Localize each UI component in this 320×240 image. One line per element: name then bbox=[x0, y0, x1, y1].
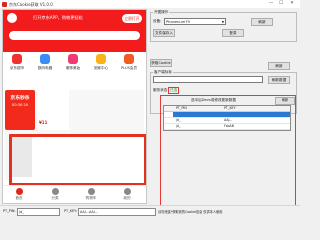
channel-icons: 京东超市 数码电器 服饰美妆 到家中心 PLUS会员 bbox=[3, 52, 146, 84]
channel-plus[interactable]: PLUS会员 bbox=[119, 52, 139, 76]
row-selector bbox=[164, 112, 173, 117]
pt-pin-field[interactable]: jd_ bbox=[17, 207, 60, 216]
pt-key-field[interactable]: AAJ...AAJ... bbox=[78, 207, 156, 216]
user-agent-input[interactable] bbox=[153, 76, 263, 83]
nav-label: 首页 bbox=[15, 196, 23, 200]
refresh-device-button[interactable]: 刷新 bbox=[251, 18, 273, 26]
banner-text: 打开京东APP，购物更轻松 bbox=[33, 15, 83, 20]
table-row[interactable]: jd_ FsbAB bbox=[164, 124, 290, 130]
key-cell: AAJ... bbox=[224, 118, 233, 122]
channel-label: PLUS会员 bbox=[120, 66, 138, 70]
login-button[interactable]: 登录 bbox=[222, 29, 244, 37]
key-cell: FsbAB bbox=[224, 124, 234, 128]
channel-label: 京东超市 bbox=[9, 66, 25, 70]
table-refresh-button[interactable]: 刷新 bbox=[275, 97, 295, 105]
supermarket-icon bbox=[12, 54, 22, 64]
product-price: ¥11 bbox=[39, 120, 48, 125]
search-input[interactable] bbox=[9, 31, 140, 40]
refresh-data-button[interactable]: 刷新数据 bbox=[268, 76, 290, 84]
save-file-button[interactable]: 文件保存入 bbox=[153, 29, 175, 37]
bottom-navigation: 首页 分类 购物车 我的 bbox=[3, 185, 146, 203]
cookie-table-panel: 选中后Devs或修改更新数据 刷新 PT_PIN PT_KEY jd_ AAJ.… bbox=[160, 95, 296, 207]
product-card[interactable]: ¥11 bbox=[37, 90, 69, 130]
pin-cell: jd_ bbox=[176, 124, 181, 128]
channel-label: 服饰美妆 bbox=[65, 66, 81, 70]
flash-sale-title: 京东秒杀 bbox=[10, 96, 30, 101]
channel-supermarket[interactable]: 京东超市 bbox=[7, 52, 27, 76]
electronics-icon bbox=[40, 54, 50, 64]
pt-pin-label: PT_PIN: bbox=[3, 208, 16, 213]
window-title: 京东Cookie获取 V1.0.0 bbox=[9, 1, 53, 7]
device-group-title: 开图操作 bbox=[153, 10, 170, 15]
home-icon bbox=[96, 54, 106, 64]
maximize-button[interactable]: ☐ bbox=[276, 0, 286, 8]
pt-key-label: PT_KEY: bbox=[64, 208, 77, 213]
close-button[interactable]: ✕ bbox=[287, 0, 297, 8]
column-header-pin: PT_PIN bbox=[176, 106, 187, 110]
nav-category[interactable]: 分类 bbox=[45, 188, 65, 201]
get-cookie-button[interactable]: 获取Cookie bbox=[150, 59, 172, 67]
device-select[interactable]: Phonenum79 ▼ bbox=[164, 18, 226, 25]
search-header bbox=[3, 26, 146, 52]
status-bar: PT_PIN: jd_ PT_KEY: AAJ...AAJ... 请勿泄露*获取… bbox=[0, 205, 300, 216]
cart-icon bbox=[87, 188, 95, 195]
chevron-down-icon: ▼ bbox=[221, 20, 224, 24]
device-value: Phonenum79 bbox=[166, 20, 190, 24]
device-group bbox=[150, 12, 297, 42]
app-icon bbox=[2, 1, 7, 7]
cookie-group-title: 客户端标标 bbox=[153, 70, 173, 75]
category-icon bbox=[51, 188, 59, 195]
nav-label: 我的 bbox=[123, 196, 131, 200]
home-nav-icon bbox=[15, 188, 23, 195]
refresh-cookie-button[interactable]: 刷新 bbox=[268, 62, 290, 70]
nav-label: 分类 bbox=[51, 196, 59, 200]
channel-electronics[interactable]: 数码电器 bbox=[35, 52, 55, 76]
nav-profile[interactable]: 我的 bbox=[117, 188, 137, 201]
flash-sale-timer: 00:30:20 bbox=[11, 103, 29, 107]
app-download-banner: 打开京东APP，购物更轻松 立即打开 bbox=[3, 10, 146, 26]
mobile-webview[interactable]: 打开京东APP，购物更轻松 立即打开 京东超市 数码电器 服饰美妆 到家中心 P… bbox=[2, 9, 147, 204]
table-caption: 选中后Devs或修改更新数据 bbox=[191, 98, 236, 102]
pin-cell: jd_ bbox=[176, 118, 181, 122]
jd-logo-icon bbox=[7, 13, 17, 23]
ad-image bbox=[12, 137, 32, 177]
service-status-label: 服务状态: bbox=[153, 88, 169, 92]
ad-banner[interactable] bbox=[9, 134, 146, 186]
channel-home[interactable]: 到家中心 bbox=[91, 52, 111, 76]
open-app-button[interactable]: 立即打开 bbox=[122, 13, 142, 23]
nav-cart[interactable]: 购物车 bbox=[81, 188, 101, 201]
nav-label: 购物车 bbox=[85, 196, 97, 200]
plus-member-icon bbox=[124, 54, 134, 64]
minimize-button[interactable]: — bbox=[266, 0, 276, 8]
profile-icon bbox=[123, 188, 131, 195]
cookie-grid[interactable]: PT_PIN PT_KEY jd_ AAJ... jd_ FsbAB bbox=[163, 105, 291, 131]
channel-fashion[interactable]: 服饰美妆 bbox=[63, 52, 83, 76]
service-status-value: 已连 bbox=[168, 87, 180, 94]
channel-label: 到家中心 bbox=[93, 66, 109, 70]
nav-home[interactable]: 首页 bbox=[9, 188, 29, 201]
window-title-bar: 京东Cookie获取 V1.0.0 — ☐ ✕ bbox=[0, 0, 300, 8]
column-header-key: PT_KEY bbox=[224, 106, 236, 110]
table-caption-row: 选中后Devs或修改更新数据 刷新 bbox=[161, 96, 295, 105]
device-label: 设备: bbox=[153, 19, 162, 23]
channel-label: 数码电器 bbox=[37, 66, 53, 70]
fashion-icon bbox=[68, 54, 78, 64]
flash-sale-card[interactable]: 京东秒杀 00:30:20 bbox=[5, 90, 35, 130]
warning-note: 请勿泄露*获取到的Cookie信息 仅供本人使用 bbox=[158, 209, 223, 214]
